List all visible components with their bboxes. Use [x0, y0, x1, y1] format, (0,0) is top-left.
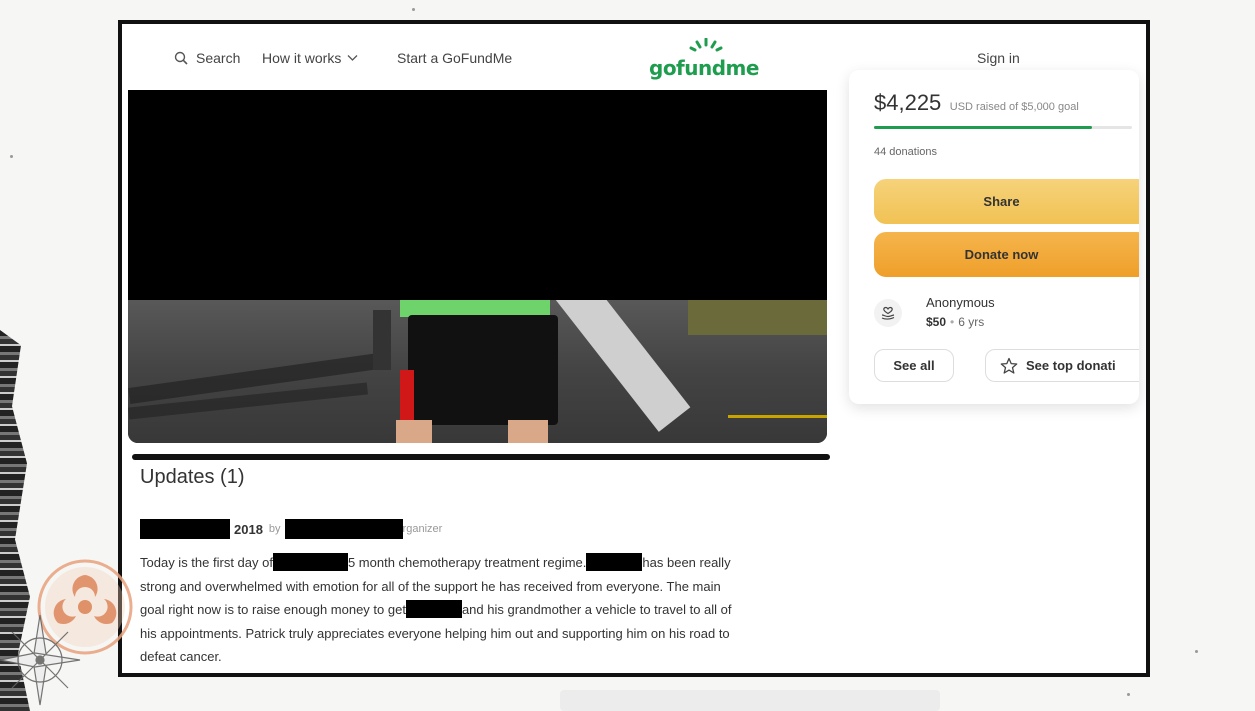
donation-card: $4,225 USD raised of $5,000 goal 44 dona…: [849, 70, 1139, 404]
campaign-photo: [128, 90, 827, 443]
redaction-organizer: [284, 519, 403, 539]
heart-hand-icon: [881, 306, 895, 320]
logo-text: gofundme: [649, 56, 759, 80]
photo-leg: [396, 420, 432, 443]
progress-fill: [874, 126, 1092, 129]
nav-start-gofundme[interactable]: Start a GoFundMe: [397, 50, 512, 66]
donation-count: 44 donations: [874, 146, 937, 158]
scan-speck: [1195, 650, 1198, 653]
update-body: Today is the first day of 5 month chemoth…: [140, 551, 740, 669]
progress-bar: [874, 126, 1132, 129]
donor-name: Anonymous: [926, 295, 995, 310]
donor-time: 6 yrs: [958, 315, 985, 329]
update-text-1: Today is the first day of: [140, 555, 273, 570]
nav-how-it-works[interactable]: How it works: [262, 50, 358, 66]
update-role: rganizer: [402, 523, 443, 535]
update-year: 2018: [234, 521, 263, 537]
redaction-name: [586, 553, 643, 571]
gofundme-logo[interactable]: gofundme: [649, 38, 759, 82]
raised-summary: $4,225 USD raised of $5,000 goal: [874, 90, 1079, 116]
scan-speck: [1127, 693, 1130, 696]
update-text-2: 5 month chemotherapy treatment regime.: [347, 555, 587, 570]
nav-start-label: Start a GoFundMe: [397, 50, 513, 66]
redaction-name: [405, 600, 462, 618]
nav-signin-label: Sign in: [977, 50, 1020, 66]
biohazard-icon: [37, 559, 133, 655]
raised-goal: USD raised of $5,000 goal: [949, 101, 1079, 113]
see-all-button[interactable]: See all: [874, 349, 954, 382]
photo-arm: [373, 310, 391, 370]
star-icon: [1000, 357, 1018, 374]
updates-heading: Updates (1): [140, 466, 245, 488]
donor-details: $50 • 6 yrs: [926, 315, 984, 329]
search-icon: [174, 51, 188, 65]
photo-grass: [688, 295, 827, 335]
chevron-down-icon: [347, 55, 358, 61]
nav-sign-in[interactable]: Sign in: [977, 50, 1020, 66]
scan-speck: [412, 8, 415, 11]
photo-shorts: [408, 315, 558, 425]
donor-separator: •: [950, 315, 955, 329]
update-meta: 2018 by rganizer: [140, 517, 442, 541]
photo-redaction: [128, 90, 827, 300]
donor-avatar: [874, 299, 902, 327]
logo-sun-icon: [689, 38, 723, 52]
nav-how-label: How it works: [262, 50, 342, 66]
donate-now-button[interactable]: Donate now: [874, 232, 1139, 277]
scan-smudge: [560, 690, 940, 711]
nav-search[interactable]: Search: [174, 50, 240, 66]
see-top-label: See top donati: [1026, 358, 1116, 373]
share-button[interactable]: Share: [874, 179, 1139, 224]
screenshot-frame: Search How it works Start a GoFundMe gof…: [118, 20, 1150, 677]
update-by: by: [268, 523, 281, 535]
photo-road-line: [728, 415, 827, 418]
redaction-date: [140, 519, 230, 539]
see-top-donations-button[interactable]: See top donati: [985, 349, 1139, 382]
raised-amount: $4,225: [874, 90, 942, 115]
scan-speck: [10, 155, 13, 158]
nav-search-label: Search: [196, 50, 241, 66]
watermark: [0, 559, 133, 706]
photo-leg: [508, 420, 548, 443]
divider-bar: [132, 454, 830, 460]
donor-amount: $50: [926, 315, 947, 329]
redaction-name: [272, 553, 348, 571]
